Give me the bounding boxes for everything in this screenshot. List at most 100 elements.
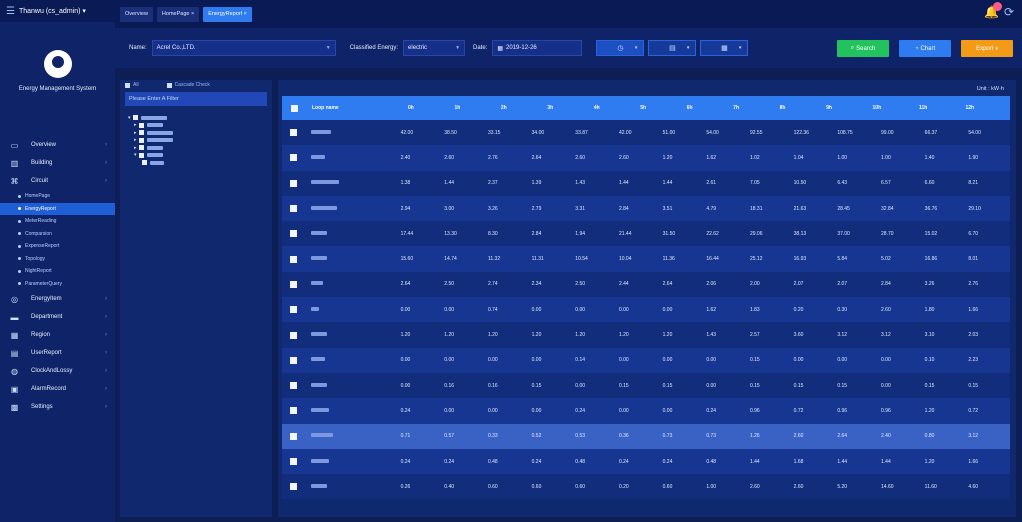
tree-node-checkbox[interactable] bbox=[132, 115, 138, 121]
row-checkbox[interactable] bbox=[289, 230, 297, 238]
row-checkbox[interactable] bbox=[289, 154, 297, 162]
sidebar-item-clockandlossy[interactable]: ◍ ClockAndLossy › bbox=[0, 362, 115, 380]
cascade-checkbox[interactable] bbox=[166, 82, 172, 88]
column-header[interactable]: 8h bbox=[778, 105, 824, 111]
tree-node[interactable]: ▾ bbox=[128, 152, 272, 160]
sidebar-item-overview[interactable]: ▭ Overview › bbox=[0, 136, 115, 154]
time-mode-hour[interactable]: ◷ ▾ bbox=[596, 40, 645, 56]
column-header[interactable]: Loop name bbox=[306, 105, 406, 111]
tree-node[interactable]: ▸ bbox=[128, 122, 272, 130]
column-header[interactable]: 3h bbox=[545, 105, 591, 111]
tree-node[interactable] bbox=[128, 159, 272, 167]
row-checkbox[interactable] bbox=[289, 255, 297, 263]
loop-name-cell bbox=[305, 281, 399, 287]
tree-node-checkbox[interactable] bbox=[138, 130, 144, 136]
sidebar-item-alarmrecord[interactable]: ▣ AlarmRecord › bbox=[0, 380, 115, 398]
sidebar-item-department[interactable]: ▬ Department › bbox=[0, 308, 115, 326]
row-checkbox[interactable] bbox=[289, 432, 297, 440]
tree-node-checkbox[interactable] bbox=[138, 145, 144, 151]
tree-node-checkbox[interactable] bbox=[138, 137, 144, 143]
refresh-icon[interactable]: ⟳ bbox=[1004, 5, 1014, 19]
tree-node[interactable]: ▸ bbox=[128, 129, 272, 137]
row-checkbox[interactable] bbox=[289, 331, 297, 339]
sidebar-subitem-comparsion[interactable]: Comparsion bbox=[0, 228, 115, 241]
tree-node[interactable]: ▸ bbox=[128, 137, 272, 145]
table-row[interactable]: 17.44 13.30 8.30 2.84 1.94 21.44 31.50 22.62 29.… bbox=[282, 221, 1010, 247]
table-cell: 2.60 bbox=[618, 154, 629, 161]
sidebar-subitem-topology[interactable]: Topology bbox=[0, 253, 115, 266]
tree-node-root[interactable]: ▾ bbox=[128, 114, 272, 122]
column-header[interactable]: 10h bbox=[871, 105, 917, 111]
sidebar-subitem-label: ExpenseReport bbox=[25, 243, 60, 250]
sidebar-item-userreport[interactable]: ▤ UserReport › bbox=[0, 344, 115, 362]
column-header[interactable]: 11h bbox=[917, 105, 963, 111]
row-checkbox[interactable] bbox=[289, 306, 297, 314]
table-row[interactable]: 0.00 0.16 0.16 0.15 0.00 0.15 0.15 0.00 0.15 0.15… bbox=[282, 372, 1010, 399]
column-header[interactable]: 12h bbox=[963, 105, 1009, 111]
table-row[interactable]: 0.24 0.00 0.00 0.00 0.24 0.00 0.00 0.24 0.96 0.72… bbox=[282, 398, 1010, 424]
column-header[interactable]: 6h bbox=[685, 105, 731, 111]
table-row[interactable]: 1.38 1.44 2.37 1.39 1.43 1.44 1.44 2.61 7.05 10.5… bbox=[282, 170, 1010, 196]
user-menu-label[interactable]: Thanwu (cs_admin) ▾ bbox=[19, 7, 86, 15]
sidebar-subitem-expensereport[interactable]: ExpenseReport bbox=[0, 240, 115, 253]
row-checkbox[interactable] bbox=[289, 356, 297, 364]
user-menu[interactable]: ☰ Thanwu (cs_admin) ▾ bbox=[0, 0, 115, 22]
tab-energyreport[interactable]: EnergyReport × bbox=[203, 6, 252, 22]
row-checkbox[interactable] bbox=[289, 483, 297, 491]
name-select[interactable]: Acrel Co.,LTD. ▼ bbox=[151, 40, 336, 56]
column-header[interactable]: 7h bbox=[731, 105, 777, 111]
column-header[interactable]: 2h bbox=[499, 105, 545, 111]
sidebar-item-circuit[interactable]: ⌘ Circuit › bbox=[0, 172, 115, 190]
select-all-checkbox[interactable] bbox=[290, 104, 298, 112]
tab-overview[interactable]: Overview bbox=[120, 6, 153, 22]
search-button[interactable]: ⌕ Search bbox=[837, 40, 889, 57]
all-checkbox[interactable] bbox=[125, 82, 130, 88]
time-mode-month[interactable]: ▦ ▾ bbox=[700, 40, 749, 56]
sidebar-item-region[interactable]: ▦ Region › bbox=[0, 326, 115, 344]
column-header[interactable]: 0h bbox=[406, 105, 452, 111]
table-row[interactable]: 42.00 38.50 33.15 34.00 33.87 42.00 51.00 54.00… bbox=[282, 120, 1010, 146]
sidebar-subitem-meterreading[interactable]: MeterReading bbox=[0, 215, 115, 228]
sidebar-subitem-energyreport[interactable]: EnergyReport bbox=[0, 202, 115, 215]
sidebar-subitem-nightreport[interactable]: NightReport bbox=[0, 265, 115, 278]
sidebar-item-energyitem[interactable]: ◎ EnergyItem › bbox=[0, 290, 115, 308]
table-row[interactable]: 15.60 14.74 11.32 11.31 10.54 10.04 11.36 16.44… bbox=[282, 246, 1010, 272]
chart-button[interactable]: ◔ Chart bbox=[899, 40, 951, 57]
hamburger-icon[interactable]: ☰ bbox=[6, 6, 15, 17]
tree-node-checkbox[interactable] bbox=[138, 122, 144, 128]
table-row[interactable]: 1.20 1.20 1.20 1.20 1.20 1.20 1.20 1.43 2.57 3.60… bbox=[282, 322, 1010, 348]
export-button[interactable]: Export ▾ bbox=[961, 40, 1013, 57]
date-picker[interactable]: ▦ 2019-12-26 bbox=[492, 40, 583, 56]
row-checkbox[interactable] bbox=[289, 280, 297, 288]
bell-icon[interactable]: 🔔 bbox=[984, 2, 1002, 19]
row-checkbox[interactable] bbox=[289, 179, 297, 187]
row-checkbox[interactable] bbox=[289, 407, 297, 415]
tree-filter-input[interactable]: Please Enter A Filter bbox=[125, 92, 267, 106]
column-header[interactable]: 9h bbox=[824, 105, 870, 111]
row-checkbox[interactable] bbox=[289, 129, 297, 137]
sidebar-item-settings[interactable]: ▩ Settings › bbox=[0, 398, 115, 416]
row-checkbox[interactable] bbox=[289, 205, 297, 213]
tab-homepage[interactable]: HomePage × bbox=[156, 6, 200, 22]
tree-node-checkbox[interactable] bbox=[138, 152, 144, 158]
table-row[interactable]: 2.94 3.00 3.26 2.79 3.31 2.84 3.51 4.79 18.31 21.… bbox=[282, 195, 1010, 222]
table-row[interactable]: 2.64 2.50 2.74 2.34 2.50 2.44 2.64 2.06 2.00 2.07… bbox=[282, 271, 1010, 298]
sidebar-item-building[interactable]: ▥ Building › bbox=[0, 154, 115, 172]
table-row[interactable]: 0.71 0.57 0.33 0.52 0.53 0.36 0.73 0.73 1.26 2.60… bbox=[282, 423, 1010, 449]
sidebar-subitem-homepage[interactable]: HomePage bbox=[0, 190, 115, 203]
table-row[interactable]: 0.00 0.00 0.00 0.00 0.14 0.00 0.00 0.00 0.15 0.00… bbox=[282, 347, 1010, 373]
table-row[interactable]: 2.40 2.60 2.76 2.64 2.60 2.60 1.20 1.62 1.02 1.04… bbox=[282, 145, 1010, 171]
table-row[interactable]: 0.24 0.24 0.48 0.24 0.48 0.24 0.24 0.48 1.44 1.68… bbox=[282, 448, 1010, 475]
table-row[interactable]: 0.00 0.00 0.74 0.00 0.00 0.00 0.00 1.62 1.83 0.20… bbox=[282, 297, 1010, 323]
time-mode-day[interactable]: ▤ ▾ bbox=[648, 40, 697, 56]
column-header[interactable]: 1h bbox=[452, 105, 498, 111]
table-row[interactable]: 0.26 0.40 0.60 0.60 0.60 0.20 0.60 1.00 2.60 2.60… bbox=[282, 474, 1010, 500]
column-header[interactable]: 4h bbox=[592, 105, 638, 111]
sidebar-subitem-parameterquery[interactable]: ParameterQuery bbox=[0, 278, 115, 291]
row-checkbox[interactable] bbox=[289, 382, 297, 390]
energy-select[interactable]: electric ▼ bbox=[403, 40, 466, 56]
row-checkbox[interactable] bbox=[289, 458, 297, 465]
tree-node-checkbox[interactable] bbox=[142, 160, 147, 166]
column-header[interactable]: 5h bbox=[638, 105, 684, 111]
tree-node[interactable]: ▸ bbox=[128, 144, 272, 152]
